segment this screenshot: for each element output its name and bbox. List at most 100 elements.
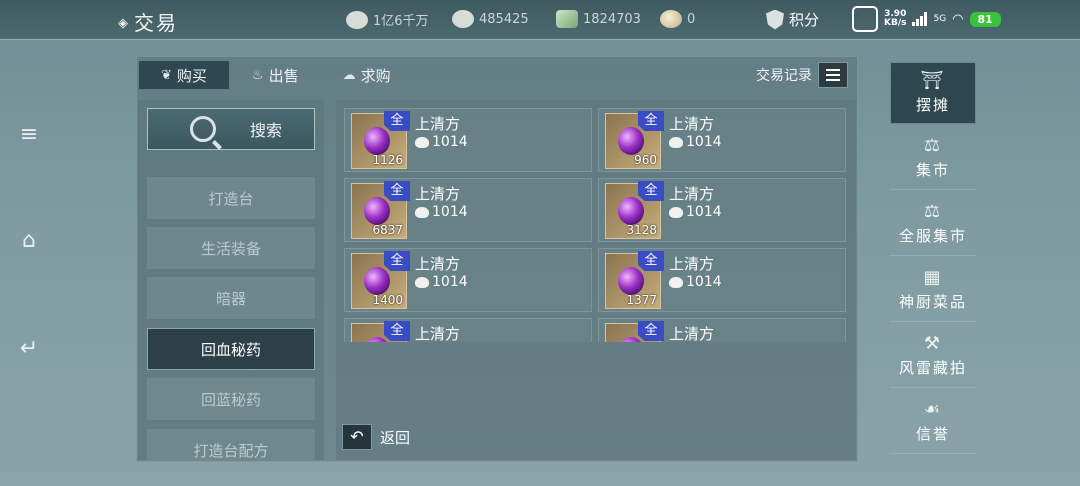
silver-ingot-icon bbox=[415, 276, 429, 288]
wifi-icon: ◠ bbox=[952, 11, 964, 27]
silver-ingot-icon bbox=[669, 136, 683, 148]
item-thumbnail: 全 1377 bbox=[605, 251, 664, 309]
side-item-market[interactable]: ⚖ 集市 bbox=[890, 128, 976, 190]
category-list[interactable]: 搜索 打造台 生活装备 暗器 回血秘药 回蓝秘药 打造台配方 bbox=[138, 100, 324, 460]
shield-icon bbox=[766, 9, 784, 30]
silver-ingot-icon bbox=[415, 136, 429, 148]
category-item[interactable]: 打造台 bbox=[147, 177, 315, 219]
item-card[interactable]: 全 3128 上清方 1014 bbox=[598, 178, 846, 242]
category-item-selected[interactable]: 回血秘药 bbox=[147, 328, 315, 370]
purple-pill-icon bbox=[364, 127, 390, 155]
price-value: 1014 bbox=[432, 274, 468, 290]
purple-pill-icon bbox=[364, 337, 390, 342]
signal-bars-icon bbox=[912, 12, 928, 26]
item-thumbnail: 全 960 bbox=[605, 111, 664, 169]
tab-sell[interactable]: ♨ 出售 bbox=[230, 60, 321, 90]
side-item-label: 集市 bbox=[915, 161, 950, 179]
side-item-label: 信誉 bbox=[915, 425, 950, 443]
server-badge: 全 bbox=[638, 111, 664, 131]
currency-value: 1824703 bbox=[583, 11, 641, 27]
currency-silver[interactable]: 485425 bbox=[452, 10, 529, 28]
server-badge: 全 bbox=[638, 251, 664, 271]
item-name: 上清方 bbox=[669, 115, 715, 133]
item-price: 1014 bbox=[415, 134, 468, 150]
auction-hammer-icon: ⚒ bbox=[923, 333, 943, 354]
currency-jade[interactable]: 1824703 bbox=[556, 10, 641, 28]
tab-label: 购买 bbox=[176, 66, 207, 85]
purple-pill-icon bbox=[618, 267, 644, 295]
price-value: 1014 bbox=[686, 134, 722, 150]
side-item-server-market[interactable]: ⚖ 全服集市 bbox=[890, 194, 976, 256]
request-icon: ☁ bbox=[342, 67, 356, 83]
purple-pill-icon bbox=[364, 267, 390, 295]
item-quantity: 960 bbox=[634, 153, 657, 167]
item-card[interactable]: 全 上清方 bbox=[598, 318, 846, 342]
item-name: 上清方 bbox=[669, 325, 715, 342]
chef-dish-icon: ▦ bbox=[923, 267, 943, 288]
tab-buy[interactable]: ❦ 购买 bbox=[138, 60, 230, 90]
side-item-chef-dish[interactable]: ▦ 神厨菜品 bbox=[890, 260, 976, 322]
item-card[interactable]: 全 1400 上清方 1014 bbox=[344, 248, 592, 312]
record-label: 交易记录 bbox=[756, 68, 812, 84]
item-price: 1014 bbox=[415, 204, 468, 220]
item-name: 上清方 bbox=[415, 185, 461, 203]
server-market-icon: ⚖ bbox=[923, 201, 943, 222]
category-item[interactable]: 生活装备 bbox=[147, 227, 315, 269]
silver-ingot-icon bbox=[669, 276, 683, 288]
score-label: 积分 bbox=[789, 11, 820, 29]
item-price: 1014 bbox=[669, 204, 722, 220]
category-item[interactable]: 打造台配方 bbox=[147, 429, 315, 460]
side-item-label: 神厨菜品 bbox=[898, 293, 967, 311]
battery-level: 81 bbox=[969, 11, 1001, 27]
item-card[interactable]: 全 6837 上清方 1014 bbox=[344, 178, 592, 242]
currency-gold[interactable]: 0 bbox=[660, 10, 695, 28]
gold-ingot-icon bbox=[660, 10, 682, 28]
item-card[interactable]: 全 960 上清方 1014 bbox=[598, 108, 846, 172]
price-value: 1014 bbox=[432, 204, 468, 220]
search-button[interactable]: 搜索 bbox=[147, 108, 315, 150]
category-item[interactable]: 暗器 bbox=[147, 277, 315, 319]
tab-request[interactable]: ☁ 求购 bbox=[321, 60, 413, 90]
price-value: 1014 bbox=[686, 204, 722, 220]
system-status: 3.90 KB/s 5G ◠ 81 bbox=[852, 6, 1001, 32]
server-badge: 全 bbox=[384, 321, 410, 341]
item-name: 上清方 bbox=[415, 325, 461, 342]
item-quantity: 1126 bbox=[372, 153, 403, 167]
back-button[interactable]: ↶ 返回 bbox=[342, 424, 410, 450]
side-item-reputation[interactable]: ☙ 信誉 bbox=[890, 392, 976, 454]
home-icon[interactable]: ⌂ bbox=[16, 228, 42, 254]
top-bar: ◈ 交易 1亿6千万 485425 1824703 0 积分 3.90 KB/s 5… bbox=[0, 0, 1080, 40]
item-card[interactable]: 全 1126 上清方 1014 bbox=[344, 108, 592, 172]
currency-copper[interactable]: 1亿6千万 bbox=[346, 10, 429, 29]
item-quantity: 3128 bbox=[626, 223, 657, 237]
item-thumbnail: 全 3128 bbox=[605, 181, 664, 239]
server-badge: 全 bbox=[384, 181, 410, 201]
menu-icon[interactable]: ≡ bbox=[16, 122, 42, 148]
purple-pill-icon bbox=[364, 197, 390, 225]
page-title: ◈ 交易 bbox=[118, 7, 178, 36]
purple-pill-icon bbox=[618, 197, 644, 225]
item-grid: 全 1126 上清方 1014 全 960 上清方 1014 全 6837 上清方 1… bbox=[336, 100, 856, 460]
item-name: 上清方 bbox=[415, 255, 461, 273]
server-badge: 全 bbox=[384, 251, 410, 271]
side-item-stall[interactable]: ⛩ 摆摊 bbox=[890, 62, 976, 124]
item-thumbnail: 全 6837 bbox=[351, 181, 410, 239]
item-quantity: 6837 bbox=[372, 223, 403, 237]
back-arrow-icon[interactable]: ↵ bbox=[16, 336, 42, 362]
side-item-auction[interactable]: ⚒ 风雷藏拍 bbox=[890, 326, 976, 388]
item-card[interactable]: 全 1377 上清方 1014 bbox=[598, 248, 846, 312]
list-icon bbox=[818, 62, 848, 88]
price-value: 1014 bbox=[686, 274, 722, 290]
score-button[interactable]: 积分 bbox=[766, 9, 819, 30]
copper-coin-icon bbox=[346, 10, 368, 29]
category-item[interactable]: 回蓝秘药 bbox=[147, 378, 315, 420]
item-thumbnail: 全 bbox=[605, 321, 664, 342]
item-card[interactable]: 全 上清方 bbox=[344, 318, 592, 342]
settings-gear-icon[interactable] bbox=[852, 6, 878, 32]
item-price: 1014 bbox=[669, 134, 722, 150]
server-badge: 全 bbox=[384, 111, 410, 131]
trade-record-button[interactable]: 交易记录 bbox=[756, 62, 848, 88]
item-grid-scroll[interactable]: 全 1126 上清方 1014 全 960 上清方 1014 全 6837 上清方 1… bbox=[336, 100, 856, 342]
item-price: 1014 bbox=[415, 274, 468, 290]
side-menu: ⛩ 摆摊 ⚖ 集市 ⚖ 全服集市 ▦ 神厨菜品 ⚒ 风雷藏拍 ☙ 信誉 bbox=[888, 62, 978, 462]
